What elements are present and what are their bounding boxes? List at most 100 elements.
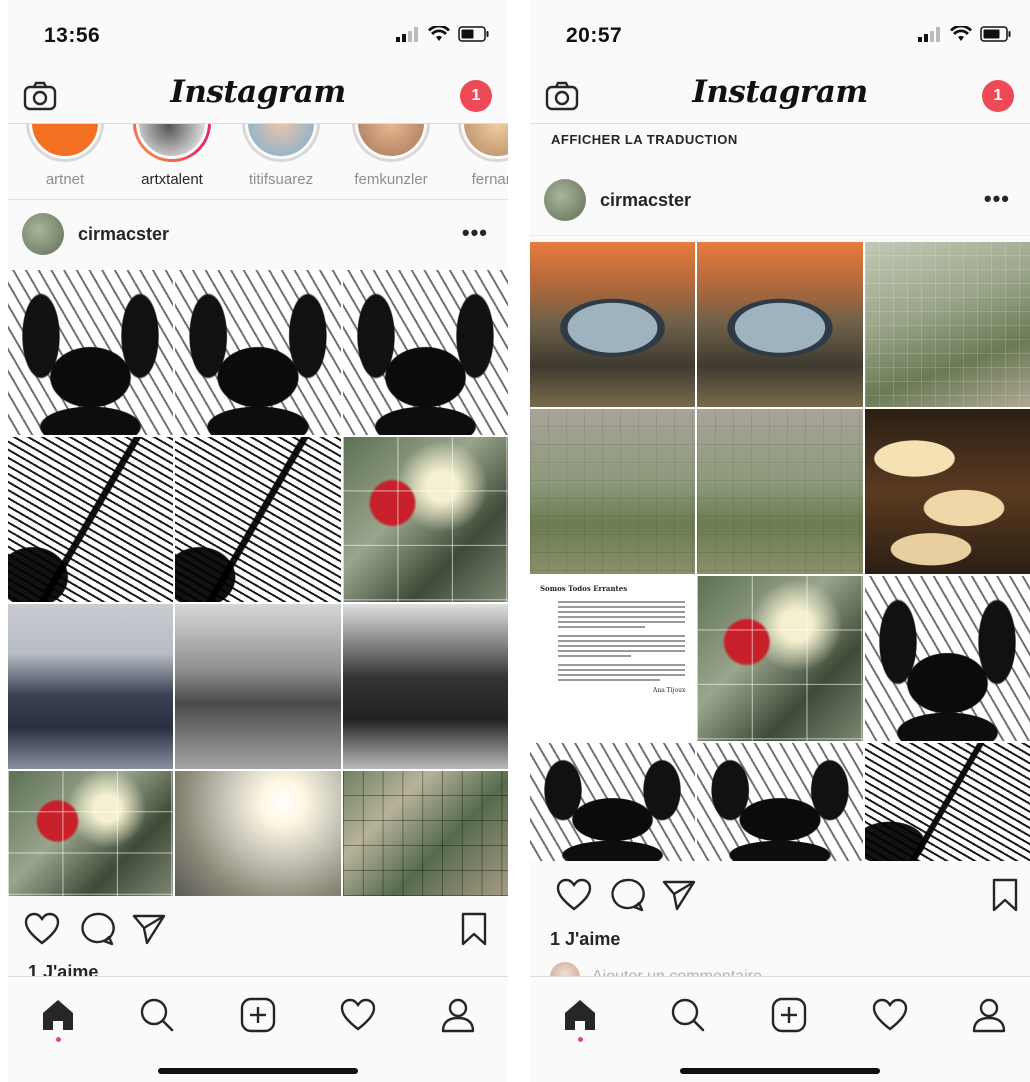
story-item[interactable]: fernand	[452, 124, 508, 188]
doc-signature: Ana Tijoux	[653, 687, 686, 694]
heart-icon[interactable]	[23, 910, 61, 948]
add-post-icon[interactable]	[769, 995, 809, 1035]
image-tile	[342, 604, 508, 769]
activity-heart-icon[interactable]	[870, 995, 910, 1035]
image-tile	[175, 604, 341, 769]
activity-heart-icon[interactable]	[338, 995, 378, 1035]
post-username[interactable]: cirmacster	[600, 190, 691, 211]
send-icon[interactable]	[130, 910, 168, 948]
heart-icon[interactable]	[555, 876, 593, 914]
app-header: Instagram 1	[530, 72, 1030, 124]
app-logo: Instagram	[170, 74, 346, 110]
comment-icon[interactable]	[608, 876, 646, 914]
image-tile	[342, 771, 508, 896]
bookmark-icon[interactable]	[455, 910, 493, 948]
document-tile: Somos Todos Errantes Ana Tijoux	[530, 576, 696, 741]
active-tab-dot	[578, 1037, 583, 1042]
story-item[interactable]: artnet	[20, 124, 110, 188]
add-post-icon[interactable]	[238, 995, 278, 1035]
battery-icon	[980, 26, 1011, 42]
story-item[interactable]: artxtalent	[127, 124, 217, 188]
status-time: 13:56	[44, 24, 101, 47]
stories-tray: artnet artxtalent titifsuarez femkunzler…	[8, 124, 508, 200]
story-ring	[458, 124, 508, 162]
app-logo: Instagram	[692, 74, 868, 110]
image-tile	[175, 437, 341, 602]
avatar[interactable]	[22, 213, 64, 255]
story-item[interactable]: titifsuarez	[236, 124, 326, 188]
story-avatar	[355, 124, 427, 159]
image-tile	[697, 743, 863, 861]
app-header: Instagram 1	[8, 72, 508, 124]
status-time: 20:57	[566, 24, 623, 47]
story-avatar	[29, 124, 101, 159]
image-tile	[864, 242, 1030, 407]
image-tile	[864, 576, 1030, 741]
wifi-icon	[428, 26, 450, 41]
story-name: femkunzler	[354, 171, 428, 188]
post-actions	[8, 904, 508, 954]
comment-icon[interactable]	[78, 910, 116, 948]
signal-icon	[396, 27, 418, 42]
like-count[interactable]: 1 J'aime	[550, 929, 620, 950]
signal-icon	[918, 27, 940, 42]
status-icons	[918, 26, 1012, 42]
story-avatar	[136, 124, 208, 159]
story-name: titifsuarez	[248, 171, 314, 188]
story-ring	[133, 124, 211, 162]
notification-badge[interactable]: 1	[460, 80, 492, 112]
image-tile	[530, 242, 696, 407]
divider	[508, 0, 530, 1082]
battery-icon	[458, 26, 489, 42]
story-ring	[242, 124, 320, 162]
avatar[interactable]	[544, 179, 586, 221]
notification-badge[interactable]: 1	[982, 80, 1014, 112]
search-icon[interactable]	[668, 995, 708, 1035]
story-ring	[26, 124, 104, 162]
image-tile	[8, 437, 174, 602]
home-icon[interactable]	[560, 995, 600, 1035]
image-tile	[342, 437, 508, 602]
tab-bar	[8, 976, 508, 1082]
phone-screenshot-right: 20:57 Instagram 1 AFFICHER LA TRADUCTION…	[530, 0, 1030, 1082]
story-name: fernand	[471, 171, 508, 188]
image-tile	[864, 743, 1030, 861]
image-tile	[530, 409, 696, 574]
story-name: artxtalent	[141, 171, 203, 188]
more-icon[interactable]: •••	[984, 186, 1010, 212]
status-bar: 13:56	[8, 0, 508, 72]
bookmark-icon[interactable]	[986, 876, 1024, 914]
phone-screenshot-left: 13:56 Instagram 1 artnet artxtalent titi…	[8, 0, 508, 1082]
doc-title: Somos Todos Errantes	[540, 584, 628, 593]
more-icon[interactable]: •••	[462, 220, 488, 246]
post-username[interactable]: cirmacster	[78, 224, 169, 245]
image-tile	[175, 771, 341, 896]
image-tile	[864, 409, 1030, 574]
image-tile	[530, 743, 696, 861]
story-name: artnet	[45, 171, 85, 188]
see-translation-link[interactable]: AFFICHER LA TRADUCTION	[551, 132, 738, 147]
home-indicator	[158, 1068, 358, 1074]
post-actions	[530, 870, 1030, 920]
image-tile	[697, 409, 863, 574]
story-avatar	[461, 124, 508, 159]
profile-icon[interactable]	[438, 995, 478, 1035]
image-tile	[175, 270, 341, 435]
story-item[interactable]: femkunzler	[346, 124, 436, 188]
status-icons	[396, 26, 490, 42]
search-icon[interactable]	[137, 995, 177, 1035]
image-tile	[8, 604, 174, 769]
home-icon[interactable]	[38, 995, 78, 1035]
story-ring	[352, 124, 430, 162]
image-tile	[342, 270, 508, 435]
post-image[interactable]	[8, 270, 508, 896]
profile-icon[interactable]	[969, 995, 1009, 1035]
post-header: cirmacster •••	[8, 200, 508, 270]
wifi-icon	[950, 26, 972, 41]
image-tile	[697, 242, 863, 407]
tab-bar	[530, 976, 1030, 1082]
story-avatar	[245, 124, 317, 159]
post-image[interactable]: Somos Todos Errantes Ana Tijoux	[530, 242, 1030, 861]
send-icon[interactable]	[660, 876, 698, 914]
image-tile	[697, 576, 863, 741]
